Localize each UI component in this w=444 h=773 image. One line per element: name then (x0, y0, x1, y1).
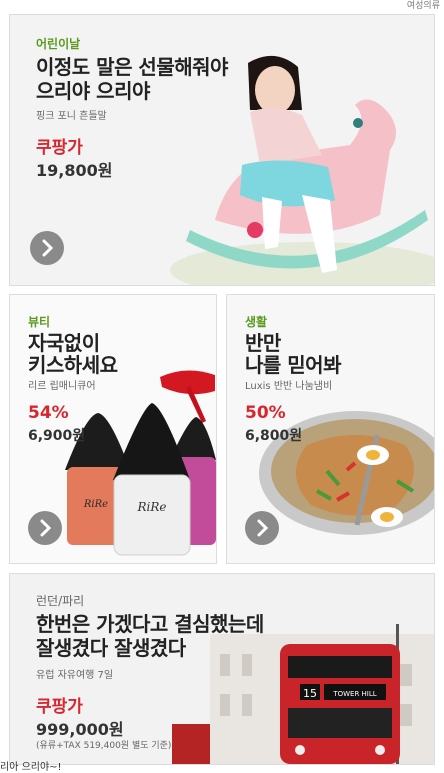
category-label: 어린이날 (36, 37, 81, 51)
product-name: Luxis 반반 나눔냄비 (245, 381, 333, 392)
category-link[interactable]: 여성의류 (407, 0, 440, 11)
brand-logo-text-small: RiRe (83, 499, 108, 510)
card-title-line2: 키스하세요 (28, 353, 118, 377)
card-title-line1: 이정도 말은 선물해줘야 (36, 55, 228, 79)
price: 19,800원 (36, 161, 113, 180)
next-button[interactable] (28, 511, 62, 545)
discount-rate: 54% (28, 403, 69, 423)
next-button[interactable] (30, 231, 64, 265)
product-name: 유럽 자유여행 7일 (36, 670, 114, 681)
price-note: (유류+TAX 519,400원 별도 기준) (36, 741, 172, 751)
chevron-right-icon (257, 519, 269, 537)
card-title-line2: 으리야 으리야 (36, 79, 150, 103)
bus-sign: TOWER HILL (332, 690, 376, 698)
promo-card-travel[interactable]: 15 TOWER HILL 런던/파리 한번은 가겠다고 결심했는데 잘생겼다 … (9, 573, 435, 765)
price: 6,800원 (245, 428, 303, 444)
card-title-line2: 잘생겼다 잘생겼다 (36, 636, 186, 660)
category-label: 뷰티 (28, 315, 51, 329)
card-title-line2: 나를 믿어봐 (245, 353, 341, 377)
card-title-line1: 한번은 가겠다고 결심했는데 (36, 612, 264, 636)
category-label: 생활 (245, 315, 268, 329)
category-label: 런던/파리 (36, 594, 85, 608)
promo-card-beauty[interactable]: RiRe RiRe 뷰티 자국없이 키스하세요 리르 립매니큐어 54% 6,9… (9, 294, 217, 564)
promo-card-childrens-day[interactable]: 어린이날 이정도 말은 선물해줘야 으리야 으리야 핑크 포니 흔들말 쿠팡가 … (9, 14, 435, 286)
price: 6,900원 (28, 428, 86, 444)
card-title-line1: 자국없이 (28, 331, 100, 355)
discount-rate: 50% (245, 403, 286, 423)
next-button[interactable] (245, 511, 279, 545)
chevron-right-icon (40, 519, 52, 537)
footer-caption: 리아 으리야~! (0, 762, 62, 773)
price: 999,000원 (36, 720, 124, 739)
price-label: 쿠팡가 (36, 138, 83, 158)
promo-card-living[interactable]: 생활 반만 나를 믿어봐 Luxis 반반 나눔냄비 50% 6,800원 (226, 294, 435, 564)
card-title-line1: 반만 (245, 331, 281, 355)
price-label: 쿠팡가 (36, 697, 83, 717)
bus-number: 15 (303, 687, 317, 700)
product-name: 리르 립매니큐어 (28, 381, 96, 392)
product-name: 핑크 포니 흔들말 (36, 111, 107, 122)
chevron-right-icon (42, 239, 54, 257)
brand-logo-text: RiRe (136, 500, 166, 514)
